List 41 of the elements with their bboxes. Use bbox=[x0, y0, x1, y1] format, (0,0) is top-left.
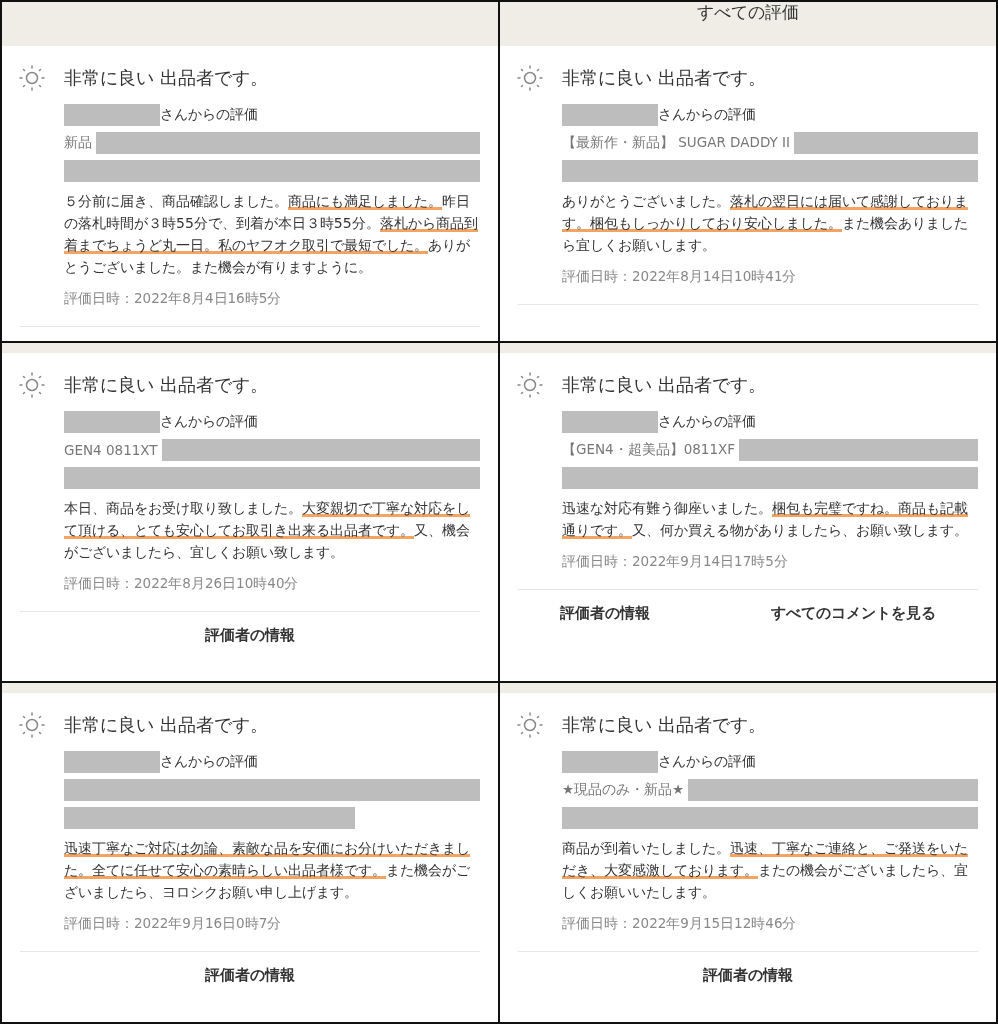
reviewer-label: さんからの評価 bbox=[160, 106, 258, 124]
rating-title: 非常に良い 出品者です。 bbox=[562, 713, 766, 738]
product-title: 【最新作・新品】 SUGAR DADDY II bbox=[562, 134, 791, 152]
rating-title: 非常に良い 出品者です。 bbox=[562, 66, 766, 90]
product-title: ★現品のみ・新品★ bbox=[562, 781, 685, 800]
review-date: 評価日時：2022年9月15日12時46分 bbox=[562, 915, 798, 934]
footer-link[interactable]: 評価者の情報 bbox=[205, 625, 295, 645]
review-comment: ５分前に届き、商品確認しました。商品にも満足しました。昨日の落札時間が３時55分で、到着が本日３時55分。落札から商品到着までちょうど丸一日。私のヤフオク取引で最短でした。ありがとうございました。また機会が有りますように。 bbox=[64, 192, 479, 277]
reviewer-label: さんからの評価 bbox=[658, 753, 756, 772]
rating-title: 非常に良い 出品者です。 bbox=[64, 66, 268, 90]
review-comment: 本日、商品をお受け取り致しました。大変親切で丁寧な対応をして頂ける、とても安心してお取引き出来る出品者です。又、機会がございましたら、宜しくお願い致します。 bbox=[64, 498, 471, 562]
footer-link[interactable]: 評価者の情報 bbox=[703, 966, 793, 986]
rating-title: 非常に良い 出品者です。 bbox=[64, 713, 268, 738]
review-date: 評価日時：2022年8月14日10時41分 bbox=[562, 268, 798, 286]
footer-link[interactable]: 評価者の情報 bbox=[205, 966, 295, 986]
sun-icon bbox=[18, 711, 46, 740]
review-date: 評価日時：2022年8月4日16時5分 bbox=[64, 290, 283, 308]
rating-title: 非常に良い 出品者です。 bbox=[562, 372, 766, 397]
footer-link[interactable]: 評価者の情報 bbox=[560, 603, 651, 623]
rating-title: 非常に良い 出品者です。 bbox=[64, 372, 268, 397]
reviewer-label: さんからの評価 bbox=[160, 753, 258, 772]
review-date: 評価日時：2022年9月16日0時7分 bbox=[64, 915, 283, 934]
product-title: 【GEN4・超美品】0811XF bbox=[562, 440, 736, 459]
reviewer-label: さんからの評価 bbox=[160, 412, 258, 431]
review-comment: 迅速な対応有難う御座いました。梱包も完璧ですね。商品も記載通りです。又、何か買える物がありましたら、お願い致します。 bbox=[562, 498, 969, 541]
sun-icon bbox=[516, 370, 544, 399]
sun-icon bbox=[18, 64, 46, 92]
review-comment: 迅速丁寧なご対応は勿論、素敵な品を安価にお分けいただきました。全てに任せて安心の素晴らしい出品者様です。また機会がございましたら、ヨロシクお願い申し上げます。 bbox=[64, 839, 471, 903]
footer-link[interactable]: すべてのコメントを見る bbox=[770, 603, 936, 623]
reviewer-label: さんからの評価 bbox=[658, 412, 756, 431]
product-title: GEN4 0811XT bbox=[64, 441, 158, 458]
sun-icon bbox=[516, 64, 544, 92]
review-date: 評価日時：2022年8月26日10時40分 bbox=[64, 574, 300, 593]
page-title: すべての評価 bbox=[697, 2, 799, 22]
review-comment: 商品が到着いたしました。迅速、丁寧なご連絡と、ご発送をいただき、大変感激しております。またの機会がございましたら、宜しくお願いいたします。 bbox=[562, 839, 969, 903]
sun-icon bbox=[516, 711, 544, 740]
review-comment: ありがとうございました。落札の翌日には届いて感謝しております。梱包もしっかりしており安心しました。また機会ありましたら宜しくお願いします。 bbox=[562, 192, 969, 255]
review-date: 評価日時：2022年9月14日17時5分 bbox=[562, 552, 789, 571]
sun-icon bbox=[18, 370, 46, 399]
product-title: 新品 bbox=[64, 134, 92, 152]
reviewer-label: さんからの評価 bbox=[658, 106, 756, 124]
